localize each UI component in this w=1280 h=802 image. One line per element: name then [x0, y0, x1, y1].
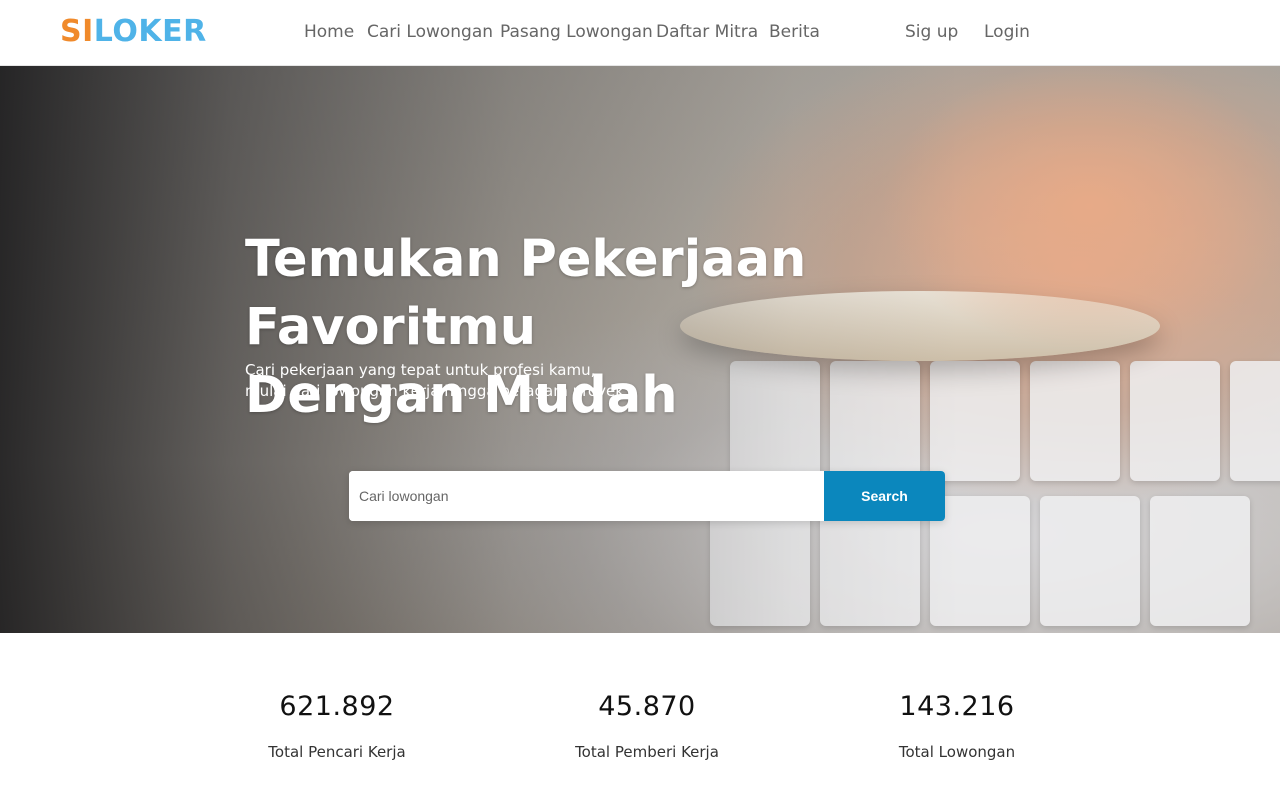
navbar: SILOKER Home Cari Lowongan Pasang Lowong…	[0, 0, 1280, 66]
nav-login-link[interactable]: Login	[984, 22, 1030, 42]
nav-daftar-mitra-link[interactable]: Daftar Mitra	[656, 22, 758, 42]
hero-title-line1: Temukan Pekerjaan Favoritmu	[245, 230, 807, 357]
nav-home-link[interactable]: Home	[304, 22, 354, 42]
nav-pasang-lowongan-link[interactable]: Pasang Lowongan	[500, 22, 653, 42]
stat-label: Total Pemberi Kerja	[575, 743, 719, 761]
nav-cari-lowongan-link[interactable]: Cari Lowongan	[367, 22, 493, 42]
stats-section: 621.892 Total Pencari Kerja 45.870 Total…	[0, 633, 1280, 802]
stat-label: Total Lowongan	[898, 743, 1016, 761]
stat-label: Total Pencari Kerja	[268, 743, 406, 761]
hero-section: Temukan Pekerjaan Favoritmu Dengan Mudah…	[0, 66, 1280, 633]
stat-value: 45.870	[598, 691, 696, 722]
hero-subtitle-line1: Cari pekerjaan yang tepat untuk profesi …	[245, 361, 596, 379]
brand-logo-part1: SI	[60, 14, 94, 49]
brand-logo-part2: LOKER	[93, 14, 207, 49]
nav-berita-link[interactable]: Berita	[769, 22, 820, 42]
hero-subtitle-line2: mulai dari lowongan kerja hingga beragam…	[245, 382, 629, 400]
stat-value: 621.892	[279, 691, 395, 722]
nav-signup-link[interactable]: Sig up	[905, 22, 958, 42]
hero-subtitle: Cari pekerjaan yang tepat untuk profesi …	[245, 360, 765, 402]
search-button[interactable]: Search	[824, 471, 945, 521]
search-input[interactable]	[349, 471, 824, 521]
brand-logo[interactable]: SILOKER	[60, 14, 207, 49]
stat-value: 143.216	[899, 691, 1015, 722]
search-bar: Search	[349, 471, 945, 521]
